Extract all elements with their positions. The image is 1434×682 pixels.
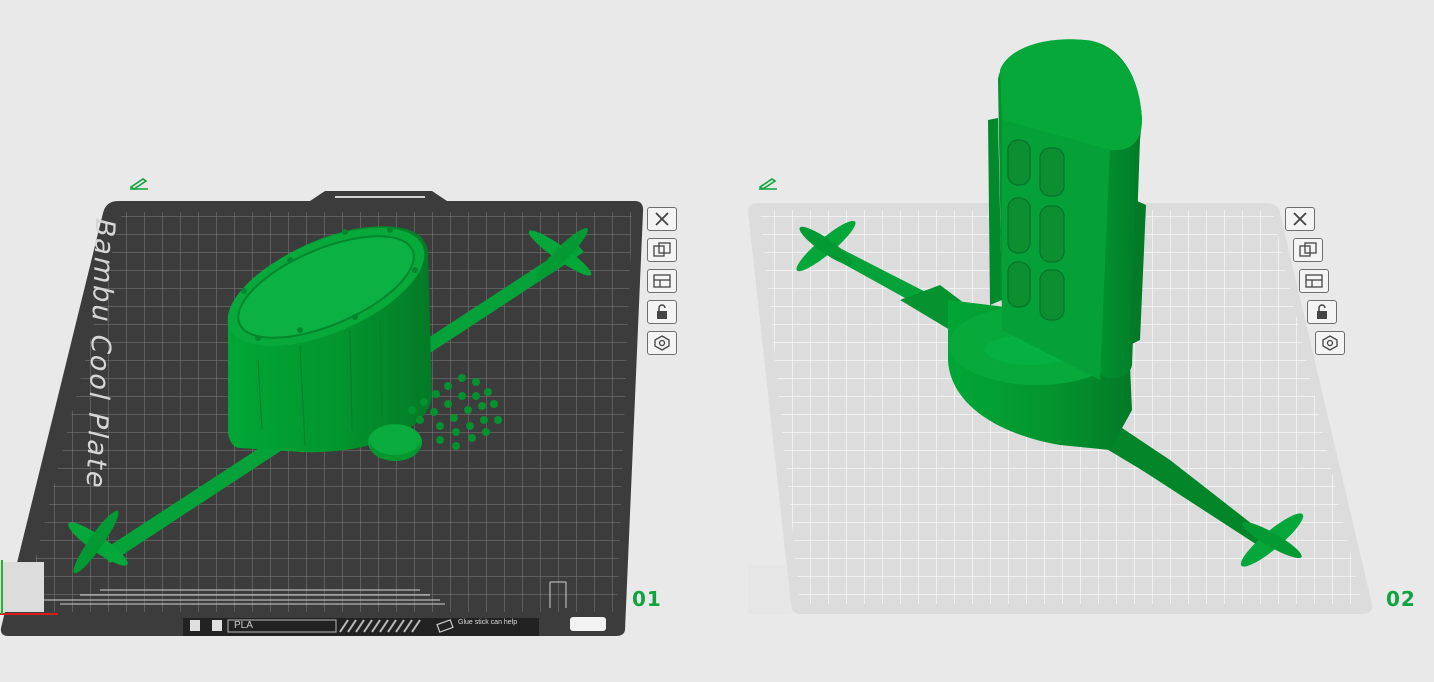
plate-2-edit-icon[interactable] bbox=[757, 176, 779, 190]
plate-2-settings-button[interactable] bbox=[1315, 331, 1345, 355]
auto-arrange-icon bbox=[1299, 242, 1317, 257]
orient-icon bbox=[653, 274, 671, 288]
plate-1-number: 01 bbox=[632, 587, 662, 611]
plate-1-toolbar bbox=[647, 207, 677, 355]
close-icon bbox=[1293, 212, 1307, 226]
plate-1-lock-button[interactable] bbox=[647, 300, 677, 324]
close-icon bbox=[655, 212, 669, 226]
plate-1-viewport[interactable] bbox=[0, 0, 1434, 682]
plate-2-close-button[interactable] bbox=[1285, 207, 1315, 231]
auto-arrange-icon bbox=[653, 242, 671, 257]
plate-2-toolbar bbox=[1285, 207, 1345, 355]
settings-icon bbox=[654, 335, 670, 351]
plate-2-arrange-button[interactable] bbox=[1293, 238, 1323, 262]
plate-1-orient-button[interactable] bbox=[647, 269, 677, 293]
lock-icon bbox=[1317, 304, 1327, 319]
plate-2-number: 02 bbox=[1386, 587, 1416, 611]
plate-1-close-button[interactable] bbox=[647, 207, 677, 231]
plate-1-filament-label: PLA bbox=[234, 620, 253, 631]
lock-icon bbox=[657, 304, 667, 319]
plate-1-arrange-button[interactable] bbox=[647, 238, 677, 262]
plate-2-orient-button[interactable] bbox=[1299, 269, 1329, 293]
plate-1-glue-hint: Glue stick can help bbox=[458, 619, 518, 626]
settings-icon bbox=[1322, 335, 1338, 351]
orient-icon bbox=[1305, 274, 1323, 288]
plate-2-lock-button[interactable] bbox=[1307, 300, 1337, 324]
plate-1-settings-button[interactable] bbox=[647, 331, 677, 355]
